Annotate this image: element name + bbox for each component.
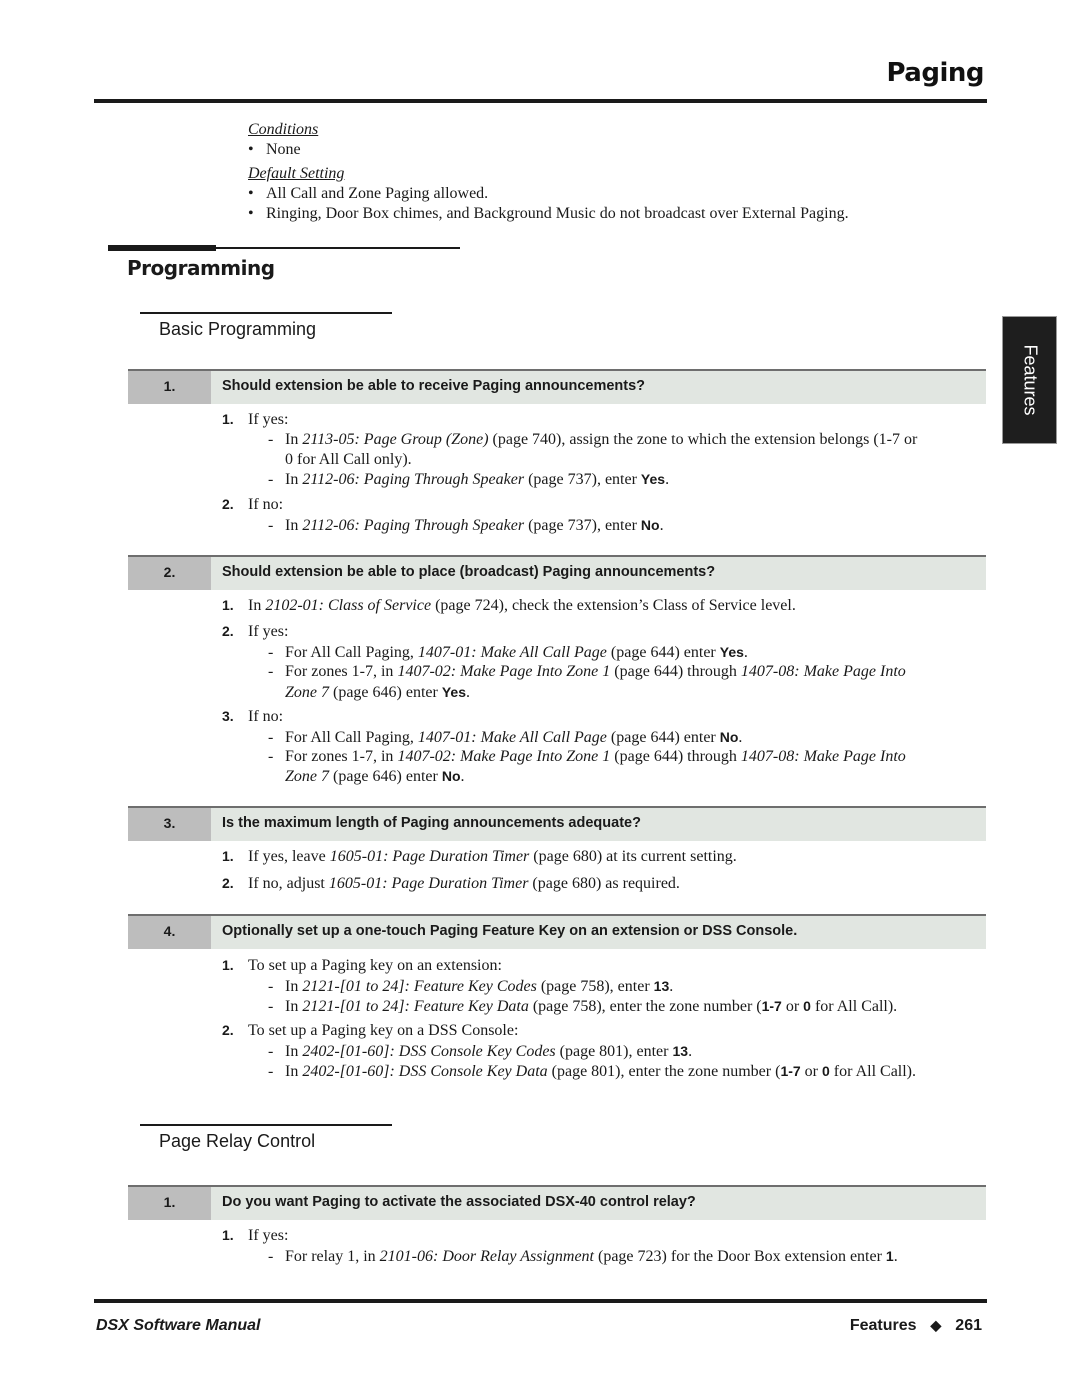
subsection-title: Basic Programming: [159, 319, 317, 339]
question-text: Should extension be able to receive Pagi…: [222, 378, 646, 394]
question-bar: 1. Should extension be able to receive P…: [128, 369, 986, 404]
subsection-rule: [140, 1124, 392, 1126]
subsection-title: Page Relay Control: [159, 1131, 316, 1151]
program-ref-link[interactable]: 2402-[01-60]: DSS Console Key Codes: [302, 1043, 555, 1060]
substep-item: - In 2402-[01-60]: DSS Console Key Data (…: [268, 1063, 917, 1080]
program-ref-link[interactable]: 2402-[01-60]: DSS Console Key Data: [302, 1063, 547, 1080]
program-ref-link[interactable]: 2101-06: Door Relay Assignment: [380, 1248, 594, 1265]
step-item: 1. If yes:: [222, 411, 289, 428]
question-bar: 1. Do you want Paging to activate the as…: [128, 1185, 986, 1220]
substep-continuation: 0 for All Call only).: [285, 451, 412, 468]
section-title: Programming: [127, 256, 275, 280]
program-ref-link[interactable]: 1407-02: Make Page Into Zone 1: [397, 748, 610, 765]
step-item: 1. If yes:: [222, 1227, 289, 1244]
substep-item: - For All Call Paging, 1407-01: Make All …: [268, 644, 748, 661]
step-item: 2. To set up a Paging key on a DSS Consol…: [222, 1022, 519, 1039]
question-bar: 2. Should extension be able to place (br…: [128, 555, 986, 590]
step-item: 1. To set up a Paging key on an extension…: [222, 957, 502, 974]
step-item: 1. If yes, leave 1605-01: Page Duration T…: [222, 848, 737, 865]
substep-item: - For relay 1, in 2101-06: Door Relay Ass…: [268, 1248, 898, 1265]
page-number: 261: [955, 1317, 982, 1334]
program-ref-link[interactable]: 2121-[01 to 24]: Feature Key Data: [302, 998, 528, 1015]
substep-item: - For All Call Paging, 1407-01: Make All …: [268, 729, 743, 746]
footer-page-info: Features ◆ 261: [850, 1317, 982, 1335]
step-item: 2. If yes:: [222, 623, 289, 640]
default-setting-item: All Call and Zone Paging allowed.: [248, 184, 488, 204]
program-ref-link[interactable]: 1407-08: Make Page Into: [741, 748, 906, 765]
conditions-heading: Conditions: [248, 121, 319, 138]
footer-rule: [94, 1299, 987, 1303]
question-number: 4.: [128, 916, 211, 949]
step-item: 1. In 2102-01: Class of Service (page 724…: [222, 597, 796, 614]
side-tab-label: Features: [1020, 344, 1040, 416]
substep-item: - For zones 1-7, in 1407-02: Make Page In…: [268, 663, 906, 680]
program-ref-link[interactable]: 1407-01: Make All Call Page: [418, 644, 607, 661]
step-item: 2. If no, adjust 1605-01: Page Duration T…: [222, 875, 680, 892]
default-setting-item: Ringing, Door Box chimes, and Background…: [248, 204, 849, 224]
substep-item: - In 2112-06: Paging Through Speaker (pag…: [268, 471, 670, 488]
program-ref-link[interactable]: 1407-01: Make All Call Page: [418, 729, 607, 746]
diamond-separator-icon: ◆: [930, 1317, 942, 1333]
program-ref-link[interactable]: 1605-01: Page Duration Timer: [329, 875, 529, 892]
question-number: 1.: [128, 1187, 211, 1220]
question-text: Is the maximum length of Paging announce…: [222, 815, 641, 831]
footer-chapter: Features: [849, 1317, 917, 1334]
section-rule-accent: [108, 245, 216, 251]
program-ref-link[interactable]: 1407-08: Make Page Into: [741, 663, 906, 680]
header-rule: [94, 99, 987, 103]
subsection-rule: [140, 312, 392, 314]
program-ref-link[interactable]: 2112-06: Paging Through Speaker: [302, 471, 524, 488]
substep-item: - In 2402-[01-60]: DSS Console Key Codes …: [268, 1043, 693, 1060]
question-number: 3.: [128, 808, 211, 841]
substep-item: - In 2121-[01 to 24]: Feature Key Data (p…: [268, 998, 898, 1015]
program-ref-link[interactable]: 2121-[01 to 24]: Feature Key Codes: [302, 978, 536, 995]
program-ref-link[interactable]: 2112-06: Paging Through Speaker: [302, 517, 524, 534]
substep-item: - In 2121-[01 to 24]: Feature Key Codes (…: [268, 978, 674, 995]
program-ref-link[interactable]: 2113-05: Page Group (Zone): [302, 431, 488, 448]
step-item: 3. If no:: [222, 708, 284, 725]
question-bar: 4. Optionally set up a one-touch Paging …: [128, 914, 986, 949]
substep-item: - In 2112-06: Paging Through Speaker (pag…: [268, 517, 664, 534]
program-ref-link[interactable]: 1605-01: Page Duration Timer: [330, 848, 530, 865]
substep-continuation: Zone 7 (page 646) enter Yes.: [285, 684, 470, 701]
substep-item: - In 2113-05: Page Group (Zone) (page 740…: [268, 431, 918, 448]
step-item: 2. If no:: [222, 496, 284, 513]
default-setting-heading: Default Setting: [248, 165, 345, 182]
question-number: 2.: [128, 557, 211, 590]
question-number: 1.: [128, 371, 211, 404]
conditions-item: None: [248, 140, 300, 160]
chapter-side-tab[interactable]: Features: [1002, 316, 1057, 444]
page-title: Paging: [886, 58, 984, 88]
substep-continuation: Zone 7 (page 646) enter No.: [285, 768, 465, 785]
substep-item: - For zones 1-7, in 1407-02: Make Page In…: [268, 748, 906, 765]
program-ref-link[interactable]: 2102-01: Class of Service: [265, 597, 431, 614]
footer-manual-title: DSX Software Manual: [96, 1317, 261, 1334]
program-ref-link[interactable]: 1407-02: Make Page Into Zone 1: [397, 663, 610, 680]
question-bar: 3. Is the maximum length of Paging annou…: [128, 806, 986, 841]
question-text: Do you want Paging to activate the assoc…: [222, 1194, 696, 1210]
question-text: Optionally set up a one-touch Paging Fea…: [222, 923, 798, 939]
question-text: Should extension be able to place (broad…: [222, 564, 716, 580]
